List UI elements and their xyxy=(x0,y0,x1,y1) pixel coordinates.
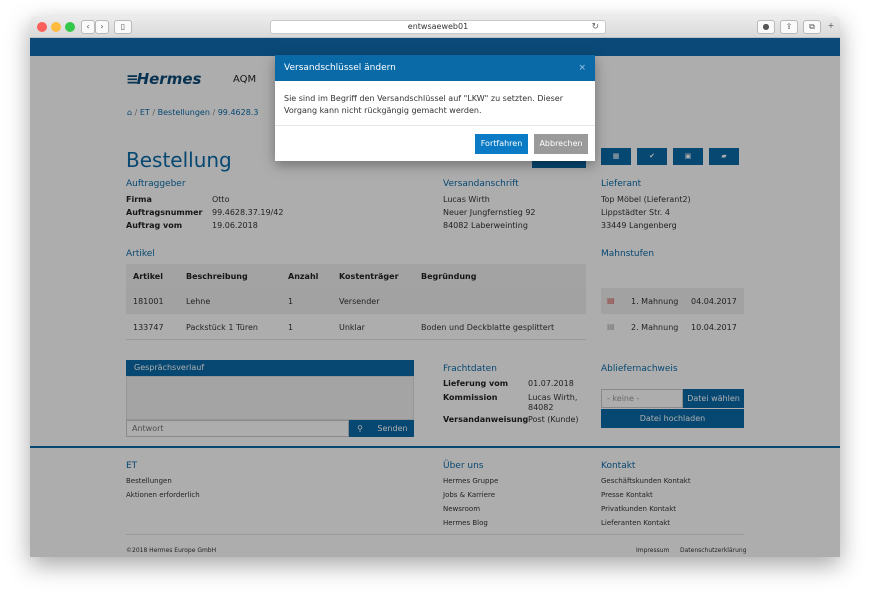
modal-header: Versandschlüssel ändern × xyxy=(275,55,595,81)
forward-icon[interactable]: › xyxy=(95,20,109,34)
address-bar[interactable]: entwsaeweb01 ↻ xyxy=(270,20,606,34)
modal-divider xyxy=(275,125,595,126)
modal-title: Versandschlüssel ändern xyxy=(284,63,396,73)
info-icon[interactable]: ● xyxy=(757,20,775,34)
app-top-bar xyxy=(30,38,840,56)
modal-message: Sie sind im Begriff den Versandschlüssel… xyxy=(284,94,564,115)
tabs-icon[interactable]: ⧉ xyxy=(803,20,821,34)
address-text: entwsaeweb01 xyxy=(407,22,469,31)
versandschluessel-modal: Versandschlüssel ändern × Sie sind im Be… xyxy=(275,55,595,161)
sidebar-icon[interactable]: ▯ xyxy=(114,20,132,34)
browser-titlebar: ‹ › ▯ entwsaeweb01 ↻ ● ⇪ ⧉ + xyxy=(30,16,840,38)
close-window-button[interactable] xyxy=(37,22,47,32)
zoom-window-button[interactable] xyxy=(65,22,75,32)
reload-icon[interactable]: ↻ xyxy=(591,21,599,33)
fortfahren-button[interactable]: Fortfahren xyxy=(475,134,528,154)
share-icon[interactable]: ⇪ xyxy=(780,20,798,34)
back-icon[interactable]: ‹ xyxy=(81,20,95,34)
close-icon[interactable]: × xyxy=(578,55,586,81)
abbrechen-button[interactable]: Abbrechen xyxy=(534,134,588,154)
new-tab-icon[interactable]: + xyxy=(825,20,837,34)
minimize-window-button[interactable] xyxy=(51,22,61,32)
